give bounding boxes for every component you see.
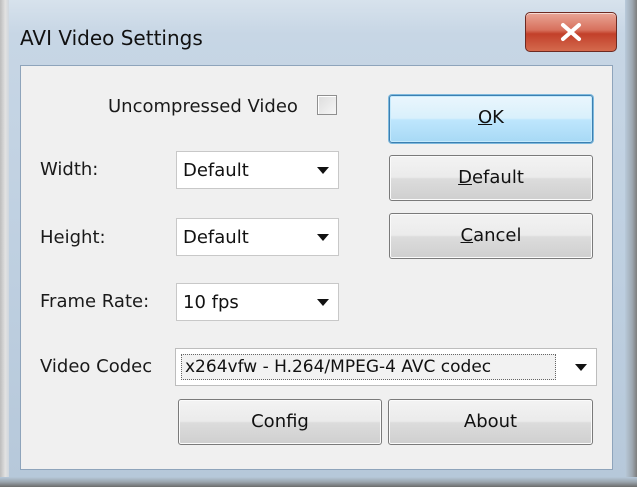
chevron-down-icon [317,167,329,174]
config-button[interactable]: Config [178,399,382,445]
chevron-down-icon [317,299,329,306]
video-codec-dropdown[interactable]: x264vfw - H.264/MPEG-4 AVC codec [175,348,597,386]
dialog-window: AVI Video Settings Uncompressed Video Wi… [0,0,637,487]
close-icon [561,23,581,41]
default-button-label: efault [471,167,524,188]
ok-button-label: K [492,107,504,128]
height-dropdown[interactable]: Default [176,218,339,256]
background-bottom [0,477,637,487]
default-button-mnemonic: D [458,167,472,188]
video-codec-value: x264vfw - H.264/MPEG-4 AVC codec [185,357,492,377]
ok-button[interactable]: OK [389,95,593,143]
background-right [625,0,637,487]
ok-button-mnemonic: O [478,107,493,128]
video-codec-label: Video Codec [40,356,153,377]
width-dropdown[interactable]: Default [176,151,339,189]
about-button[interactable]: About [388,399,593,445]
uncompressed-video-checkbox[interactable] [317,95,337,115]
frame-rate-label: Frame Rate: [40,291,150,312]
height-value: Default [183,227,249,248]
frame-rate-dropdown[interactable]: 10 fps [176,283,339,321]
uncompressed-video-label: Uncompressed Video [108,96,298,117]
cancel-button-label: ancel [473,225,522,246]
window-title: AVI Video Settings [20,26,203,50]
default-button[interactable]: Default [389,155,593,201]
cancel-button-mnemonic: C [460,225,474,246]
chevron-down-icon [575,364,587,371]
height-label: Height: [40,227,106,248]
background-left [0,0,9,487]
chevron-down-icon [317,234,329,241]
width-label: Width: [40,159,99,180]
video-codec-selection: x264vfw - H.264/MPEG-4 AVC codec [181,354,556,380]
cancel-button[interactable]: Cancel [389,213,593,259]
frame-rate-value: 10 fps [183,292,239,313]
close-button[interactable] [525,12,617,52]
width-value: Default [183,160,249,181]
